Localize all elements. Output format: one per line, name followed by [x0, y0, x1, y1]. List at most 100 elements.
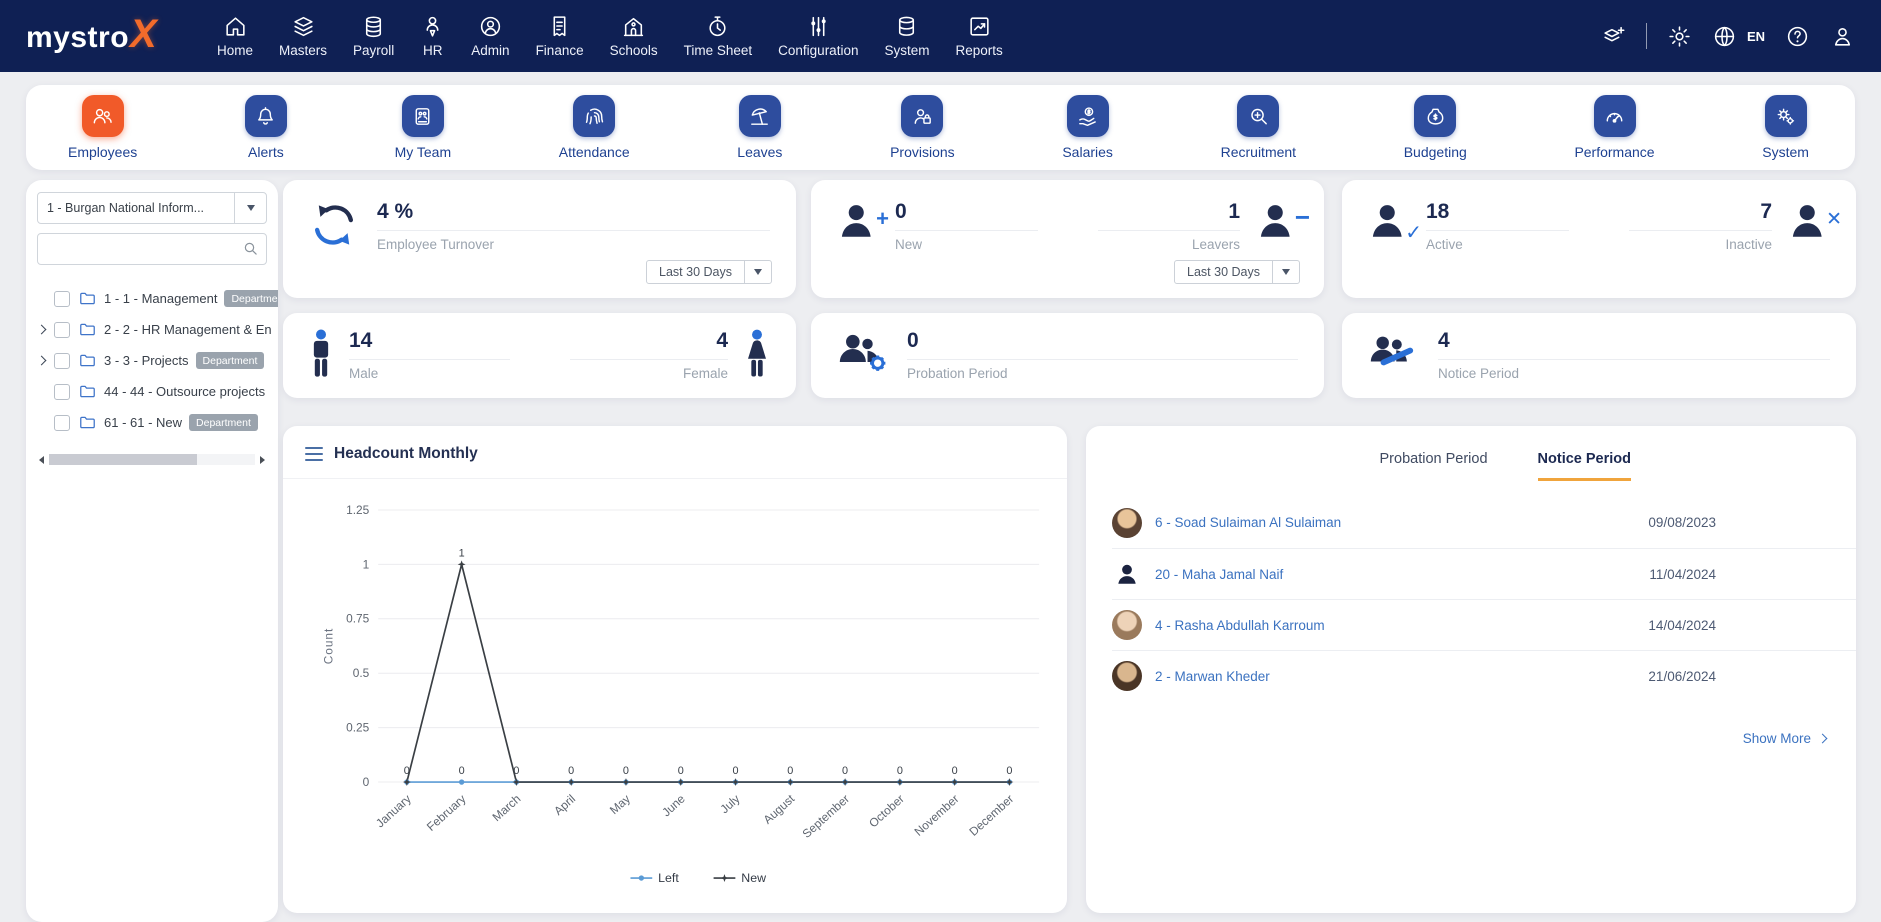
horizontal-scrollbar[interactable] — [37, 454, 267, 465]
person-lock-icon — [914, 108, 931, 124]
layers-plus-icon[interactable] — [1601, 24, 1626, 49]
show-more-link[interactable]: Show More — [1086, 731, 1828, 746]
person-x-icon: ✕ — [1788, 200, 1842, 247]
company-selector[interactable]: 1 - Burgan National Inform... — [37, 192, 267, 224]
svg-text:February: February — [424, 792, 469, 834]
module-salaries[interactable]: Salaries — [1062, 95, 1113, 160]
svg-text:0: 0 — [897, 765, 903, 777]
notice-label: Notice Period — [1438, 366, 1520, 382]
my-team-tile — [401, 95, 444, 137]
expand-icon[interactable] — [36, 355, 47, 366]
gutter — [36, 355, 54, 366]
scroll-right-icon[interactable] — [260, 455, 265, 464]
leavers-label: Leavers — [1191, 237, 1240, 253]
scrollbar-track[interactable] — [49, 454, 255, 465]
svg-text:June: June — [659, 791, 688, 819]
tab-probation-period[interactable]: Probation Period — [1380, 451, 1488, 481]
module-attendance[interactable]: Attendance — [559, 95, 630, 160]
probation-value: 0 — [907, 329, 919, 352]
employee-link[interactable]: 2 - Marwan Kheder — [1155, 669, 1270, 684]
tree-row-hr-management[interactable]: 2 - 2 - HR Management & En — [36, 314, 272, 345]
nav-item-masters[interactable]: Masters — [270, 0, 336, 72]
tree-row-new[interactable]: 61 - 61 - New Department — [37, 407, 267, 438]
module-label: Recruitment — [1220, 144, 1297, 160]
tree-row-projects[interactable]: 3 - 3 - Projects Department — [36, 345, 267, 376]
employees-icon — [93, 108, 112, 123]
checkbox[interactable] — [54, 383, 70, 400]
minus-badge-icon: − — [1294, 202, 1310, 232]
folder-icon — [80, 323, 95, 336]
brand-logo[interactable]: mystro X — [26, 14, 186, 55]
gear-icon[interactable] — [1667, 24, 1692, 49]
user-icon[interactable] — [1830, 24, 1855, 49]
globe-icon[interactable] — [1712, 24, 1737, 49]
module-budgeting[interactable]: Budgeting — [1404, 95, 1467, 160]
module-label: Alerts — [248, 144, 284, 160]
module-alerts[interactable]: Alerts — [244, 95, 287, 160]
tree-label: 44 - 44 - Outsource projects — [104, 384, 266, 399]
leavers-value: 1 — [1228, 200, 1240, 223]
search-input[interactable] — [37, 233, 267, 265]
period-date: 09/08/2023 — [1648, 515, 1716, 530]
nav-label: Reports — [955, 43, 1003, 58]
module-leaves[interactable]: Leaves — [737, 95, 782, 160]
language-label[interactable]: EN — [1747, 29, 1765, 44]
scrollbar-thumb[interactable] — [49, 454, 198, 465]
employee-link[interactable]: 20 - Maha Jamal Naif — [1155, 567, 1283, 582]
scroll-left-icon[interactable] — [39, 455, 44, 464]
svg-text:1: 1 — [459, 547, 465, 559]
nav-item-hr[interactable]: HR — [411, 0, 454, 72]
expand-icon[interactable] — [36, 324, 47, 335]
divider — [1438, 359, 1830, 361]
chevron-down-icon — [234, 193, 266, 223]
checkbox[interactable] — [54, 414, 70, 431]
module-recruitment[interactable]: Recruitment — [1221, 95, 1296, 160]
list-item[interactable]: 6 - Soad Sulaiman Al Sulaiman 09/08/2023 — [1112, 497, 1856, 548]
nav-item-finance[interactable]: Finance — [527, 0, 593, 72]
module-label: My Team — [394, 144, 452, 160]
period-value: Last 30 Days — [659, 265, 732, 279]
chart-menu-icon[interactable] — [305, 447, 323, 461]
avatar — [1112, 507, 1142, 538]
module-my-team[interactable]: My Team — [394, 95, 452, 160]
svg-text:January: January — [373, 792, 414, 831]
turnover-period-dropdown[interactable]: Last 30 Days — [646, 260, 772, 284]
checkbox[interactable] — [54, 321, 70, 338]
module-label: Provisions — [890, 144, 955, 160]
nav-item-admin[interactable]: Admin — [462, 0, 518, 72]
svg-text:0: 0 — [513, 765, 519, 777]
module-label: Performance — [1574, 144, 1655, 160]
list-item[interactable]: 4 - Rasha Abdullah Karroum 14/04/2024 — [1112, 599, 1856, 650]
tree-row-management[interactable]: 1 - 1 - Management Department — [37, 283, 278, 314]
notice-value: 4 — [1438, 329, 1450, 352]
employee-link[interactable]: 6 - Soad Sulaiman Al Sulaiman — [1155, 515, 1341, 530]
module-performance[interactable]: Performance — [1574, 95, 1655, 160]
module-system[interactable]: System — [1762, 95, 1809, 160]
svg-text:0.25: 0.25 — [346, 721, 369, 735]
brand-name: mystro — [26, 20, 130, 54]
leavers-period-dropdown[interactable]: Last 30 Days — [1174, 260, 1300, 284]
nav-item-payroll[interactable]: Payroll — [344, 0, 403, 72]
nav-item-home[interactable]: Home — [208, 0, 262, 72]
active-label: Active — [1426, 237, 1463, 253]
nav-item-timesheet[interactable]: Time Sheet — [675, 0, 762, 72]
tab-notice-period[interactable]: Notice Period — [1537, 451, 1631, 481]
divider — [907, 359, 1298, 361]
nav-item-configuration[interactable]: Configuration — [769, 0, 867, 72]
checkbox[interactable] — [54, 352, 70, 369]
nav-item-reports[interactable]: Reports — [946, 0, 1011, 72]
tree-row-outsource-projects[interactable]: 44 - 44 - Outsource projects — [37, 376, 267, 407]
module-provisions[interactable]: Provisions — [890, 95, 955, 160]
help-icon[interactable] — [1785, 24, 1810, 49]
module-employees[interactable]: Employees — [68, 95, 137, 160]
svg-text:November: November — [912, 792, 962, 839]
list-item[interactable]: 2 - Marwan Kheder 21/06/2024 — [1112, 650, 1856, 701]
org-tree-sidebar: 1 - Burgan National Inform... 1 - 1 - Ma… — [26, 180, 278, 922]
checkbox[interactable] — [54, 290, 70, 307]
module-label: System — [1762, 144, 1809, 160]
inactive-label: Inactive — [1725, 237, 1772, 253]
list-item[interactable]: 20 - Maha Jamal Naif 11/04/2024 — [1112, 548, 1856, 599]
nav-item-schools[interactable]: Schools — [601, 0, 667, 72]
nav-item-system[interactable]: System — [875, 0, 938, 72]
employee-link[interactable]: 4 - Rasha Abdullah Karroum — [1155, 618, 1325, 633]
